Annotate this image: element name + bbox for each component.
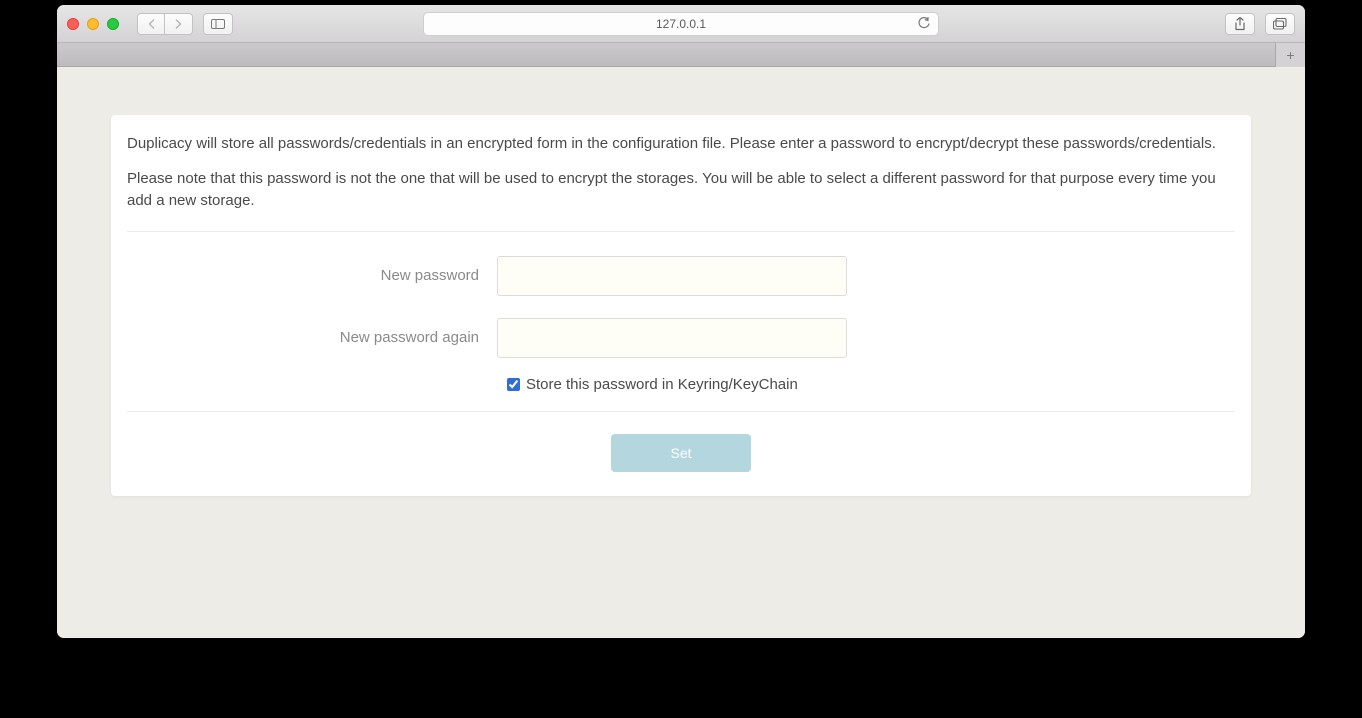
toolbar-right	[1225, 13, 1295, 35]
keychain-row: Store this password in Keyring/KeyChain	[507, 376, 1235, 393]
keychain-checkbox[interactable]	[507, 378, 520, 391]
new-password-again-row: New password again	[127, 318, 1235, 358]
reload-icon[interactable]	[918, 17, 930, 30]
divider-2	[127, 411, 1235, 412]
close-window-button[interactable]	[67, 18, 79, 30]
divider	[127, 231, 1235, 232]
back-button[interactable]	[137, 13, 165, 35]
new-password-again-input[interactable]	[497, 318, 847, 358]
sidebar-toggle-button[interactable]	[203, 13, 233, 35]
new-password-input[interactable]	[497, 256, 847, 296]
browser-window: 127.0.0.1 + Duplicacy will store all pas…	[57, 5, 1305, 638]
address-bar[interactable]: 127.0.0.1	[423, 12, 939, 36]
address-text: 127.0.0.1	[656, 17, 706, 31]
titlebar: 127.0.0.1	[57, 5, 1305, 43]
new-password-again-label: New password again	[127, 329, 497, 346]
forward-button[interactable]	[165, 13, 193, 35]
window-controls	[67, 18, 119, 30]
new-password-row: New password	[127, 256, 1235, 296]
tab-strip: +	[57, 43, 1305, 67]
intro-paragraph-1: Duplicacy will store all passwords/crede…	[127, 133, 1235, 156]
keychain-label[interactable]: Store this password in Keyring/KeyChain	[526, 376, 798, 393]
set-button[interactable]: Set	[611, 434, 751, 472]
minimize-window-button[interactable]	[87, 18, 99, 30]
page-content: Duplicacy will store all passwords/crede…	[57, 67, 1305, 638]
share-button[interactable]	[1225, 13, 1255, 35]
new-password-label: New password	[127, 267, 497, 284]
password-card: Duplicacy will store all passwords/crede…	[111, 115, 1251, 496]
new-tab-button[interactable]: +	[1275, 43, 1305, 67]
tabs-button[interactable]	[1265, 13, 1295, 35]
maximize-window-button[interactable]	[107, 18, 119, 30]
button-row: Set	[127, 434, 1235, 472]
intro-paragraph-2: Please note that this password is not th…	[127, 168, 1235, 213]
nav-buttons	[137, 13, 193, 35]
